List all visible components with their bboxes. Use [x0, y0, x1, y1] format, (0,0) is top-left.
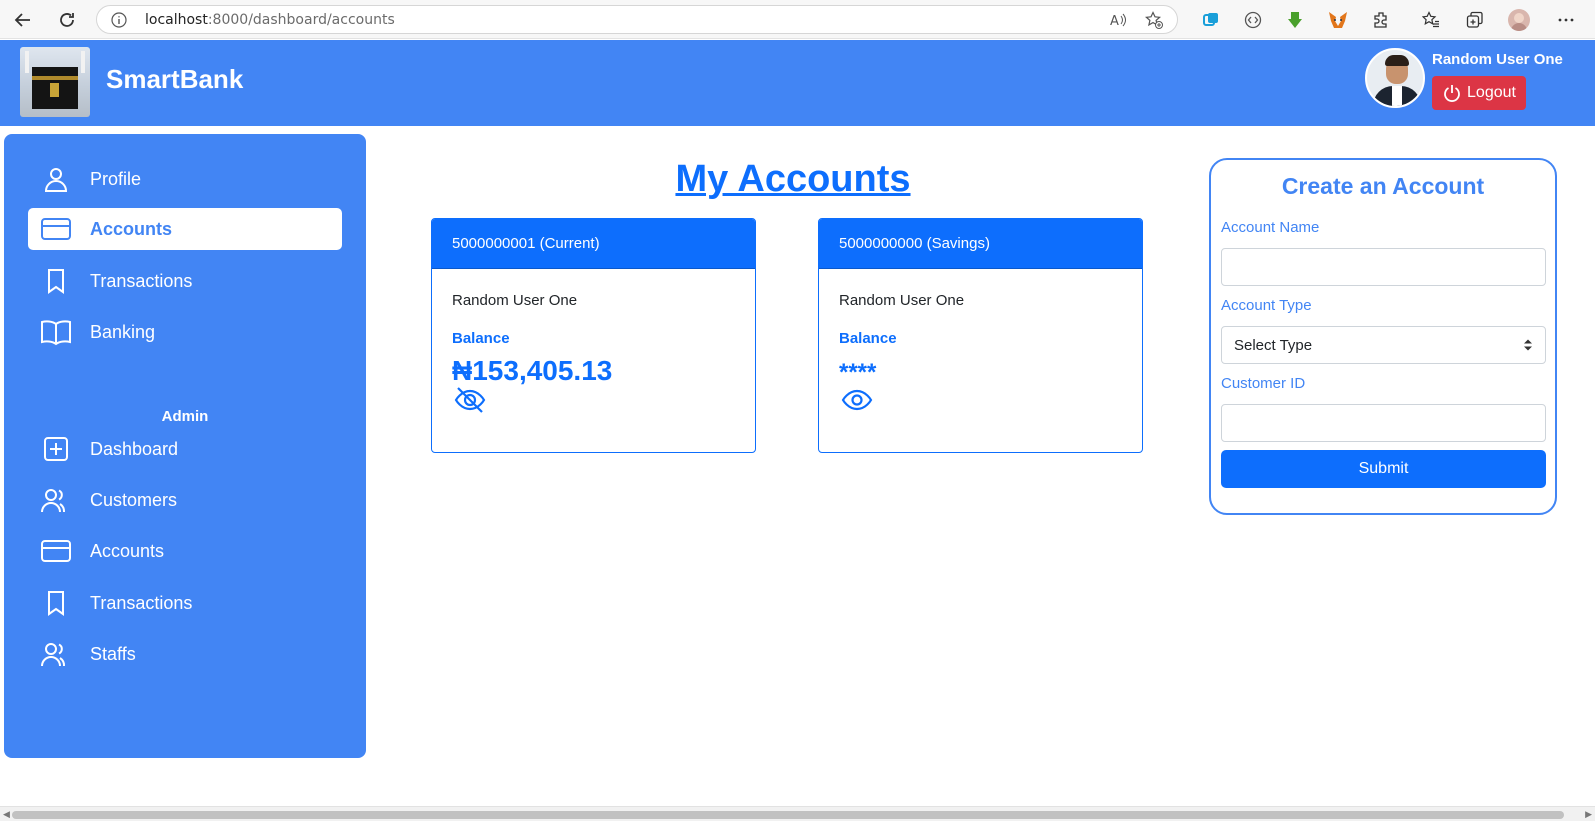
logout-label: Logout	[1467, 84, 1516, 101]
sidebar-item-label: Profile	[90, 168, 142, 189]
balance-value-masked: ****	[839, 359, 877, 386]
sidebar-item-label: Dashboard	[90, 438, 179, 459]
customer-id-input[interactable]	[1221, 404, 1546, 442]
sidebar-item-label: Transactions	[90, 270, 193, 291]
eye-icon[interactable]	[841, 385, 873, 420]
account-card-header: 5000000001 (Current)	[432, 219, 755, 269]
user-name: Random User One	[1432, 51, 1563, 68]
logo-door	[50, 83, 59, 97]
sidebar-item-customers[interactable]: Customers	[28, 479, 342, 521]
sidebar-item-profile[interactable]: Profile	[28, 158, 342, 200]
url-text: localhost:8000/dashboard/accounts	[145, 12, 395, 28]
balance-value: ₦153,405.13	[452, 355, 613, 386]
create-account-title: Create an Account	[1281, 173, 1485, 199]
favorite-add-icon[interactable]	[1144, 11, 1163, 34]
url-host: localhost	[145, 12, 208, 28]
account-owner: Random User One	[839, 292, 965, 309]
logo-minaret-left	[25, 51, 29, 73]
eye-off-icon[interactable]	[454, 385, 486, 420]
users-icon	[38, 636, 74, 672]
account-owner: Random User One	[452, 292, 578, 309]
info-icon[interactable]	[111, 12, 127, 33]
brand-name[interactable]: SmartBank	[106, 64, 243, 95]
logout-button[interactable]: Logout	[1432, 76, 1526, 110]
sidebar-item-label: Staffs	[90, 643, 136, 664]
extensions-icon[interactable]	[1370, 9, 1392, 31]
power-icon	[1444, 85, 1460, 102]
favorites-icon[interactable]	[1420, 9, 1442, 31]
sidebar-item-admin-transactions[interactable]: Transactions	[28, 582, 342, 624]
submit-button[interactable]: Submit	[1221, 450, 1546, 488]
sidebar-item-staffs[interactable]: Staffs	[28, 633, 342, 675]
user-icon	[38, 161, 74, 197]
sidebar-item-banking[interactable]: Banking	[28, 311, 342, 353]
sidebar-item-label: Accounts	[90, 540, 165, 561]
user-avatar	[1365, 48, 1425, 108]
avatar-hair	[1385, 55, 1409, 66]
sidebar-item-dashboard[interactable]: Dashboard	[28, 428, 342, 470]
sidebar-item-label: Accounts	[90, 218, 173, 239]
account-card-savings[interactable]: 5000000000 (Savings) Random User One Bal…	[818, 218, 1143, 453]
page-title[interactable]: My Accounts	[670, 158, 916, 201]
refresh-icon[interactable]	[54, 7, 80, 33]
create-account-panel: Create an Account Account Name Account T…	[1209, 158, 1557, 515]
download-extension-icon[interactable]	[1284, 9, 1306, 31]
browser-profile-avatar[interactable]	[1508, 9, 1530, 31]
account-card-header: 5000000000 (Savings)	[819, 219, 1142, 269]
account-type-selected: Select Type	[1234, 336, 1313, 354]
sidebar: Profile Accounts Transactions Banking Ad…	[4, 134, 366, 758]
logo-image[interactable]	[20, 47, 90, 117]
code-extension-icon[interactable]	[1242, 9, 1264, 31]
account-type-label: Account Type	[1221, 297, 1312, 314]
plus-square-icon	[38, 431, 74, 467]
app-header: SmartBank Random User One Logout	[0, 40, 1595, 126]
horizontal-scrollbar[interactable]: ◀ ▶	[0, 806, 1595, 821]
account-card-current[interactable]: 5000000001 (Current) Random User One Bal…	[431, 218, 756, 453]
scroll-right-icon[interactable]: ▶	[1585, 809, 1592, 820]
logo-minaret-right	[81, 51, 85, 73]
logo-band	[32, 76, 78, 80]
metamask-icon[interactable]	[1327, 9, 1349, 31]
url-path: :8000/dashboard/accounts	[207, 12, 395, 28]
sidebar-item-label: Banking	[90, 321, 156, 342]
bookmark-icon	[38, 585, 74, 621]
balance-label: Balance	[839, 330, 897, 347]
address-bar[interactable]: localhost:8000/dashboard/accounts A	[96, 5, 1178, 34]
account-name-input[interactable]	[1221, 248, 1546, 286]
sidebar-item-accounts[interactable]: Accounts	[28, 208, 342, 250]
more-menu-icon[interactable]	[1555, 9, 1577, 31]
account-type-select[interactable]: Select Type	[1221, 326, 1546, 364]
customer-id-label: Customer ID	[1221, 375, 1306, 392]
book-icon	[38, 314, 74, 350]
collections-extension-icon[interactable]	[1200, 9, 1222, 31]
svg-text:A: A	[1110, 14, 1119, 29]
select-caret-icon	[1523, 338, 1533, 356]
collections-icon[interactable]	[1464, 9, 1486, 31]
users-icon	[38, 482, 74, 518]
sidebar-item-label: Transactions	[90, 592, 193, 613]
read-aloud-icon[interactable]: A	[1109, 11, 1127, 34]
sidebar-item-label: Customers	[90, 489, 178, 510]
account-name-label: Account Name	[1221, 219, 1320, 236]
scroll-left-icon[interactable]: ◀	[3, 809, 10, 820]
balance-label: Balance	[452, 330, 510, 347]
avatar-shirt	[1392, 86, 1402, 106]
sidebar-item-admin-accounts[interactable]: Accounts	[28, 530, 342, 572]
admin-section-title: Admin	[161, 408, 209, 425]
scrollbar-thumb[interactable]	[12, 811, 1564, 819]
back-icon[interactable]	[10, 7, 36, 33]
card-icon	[38, 533, 74, 569]
card-icon	[38, 211, 74, 247]
sidebar-item-transactions[interactable]: Transactions	[28, 260, 342, 302]
browser-toolbar: localhost:8000/dashboard/accounts A	[0, 0, 1595, 39]
bookmark-icon	[38, 263, 74, 299]
